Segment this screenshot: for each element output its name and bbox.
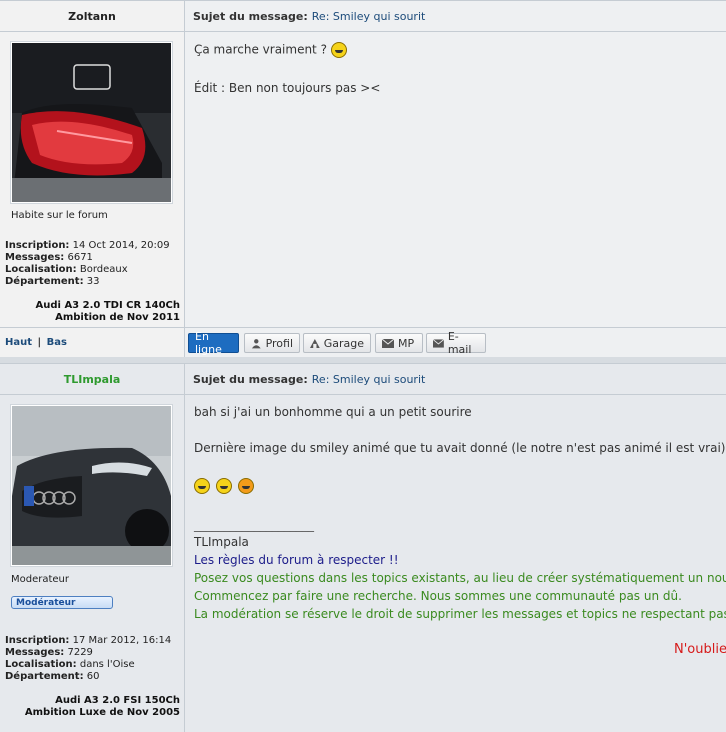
smiley-icon bbox=[237, 478, 254, 494]
post-author-panel: Zoltann Habite sur le forum Inscription:… bbox=[0, 0, 185, 357]
departement-label: Département: bbox=[5, 671, 84, 682]
top-link[interactable]: Haut bbox=[5, 337, 32, 348]
user-car: Audi A3 2.0 FSI 150Ch Ambition Luxe de N… bbox=[25, 695, 180, 719]
localisation-value: dans l'Oise bbox=[79, 659, 135, 670]
user-stats: Inscription: 14 Oct 2014, 20:09 Messages… bbox=[5, 240, 170, 288]
smiley-icon bbox=[215, 478, 232, 494]
localisation-value: Bordeaux bbox=[79, 264, 128, 275]
email-button[interactable]: E-mail bbox=[426, 330, 486, 356]
signature-rule: ____________________ bbox=[194, 518, 314, 532]
departement-value: 33 bbox=[86, 276, 100, 287]
subject-header: Sujet du message: Re: Smiley qui sourit bbox=[185, 0, 726, 32]
avatar bbox=[11, 42, 172, 203]
inscription-label: Inscription: bbox=[5, 240, 70, 251]
departement-value: 60 bbox=[86, 671, 100, 682]
message-text-1: Ça marche vraiment ? bbox=[194, 42, 327, 57]
footer-left: Haut | Bas bbox=[0, 328, 185, 357]
bottom-link[interactable]: Bas bbox=[47, 337, 67, 348]
signature-line: Commencez par faire une recherche. Nous … bbox=[194, 589, 682, 603]
garage-label: Garage bbox=[323, 336, 364, 350]
signature-red-text: N'oubliez bbox=[674, 642, 726, 657]
inscription-value: 17 Mar 2012, 16:14 bbox=[72, 635, 172, 646]
envelope-icon bbox=[382, 338, 394, 348]
signature-rules-title: Les règles du forum à respecter !! bbox=[194, 553, 399, 567]
online-label: En ligne bbox=[195, 330, 222, 356]
post-subject: Sujet du message: Re: Smiley qui sourit bbox=[193, 10, 425, 23]
user-rank: Habite sur le forum bbox=[11, 210, 108, 221]
moderator-badge: Modérateur bbox=[11, 596, 113, 609]
private-message-label: MP bbox=[398, 336, 415, 350]
post-footer: Haut | Bas En ligne Profil Garage MP E-m… bbox=[0, 327, 726, 358]
inscription-value: 14 Oct 2014, 20:09 bbox=[72, 240, 170, 251]
localisation-label: Localisation: bbox=[5, 264, 77, 275]
message-line: Dernière image du smiley animé que tu av… bbox=[194, 441, 726, 455]
profile-label: Profil bbox=[265, 336, 293, 350]
messages-label: Messages: bbox=[5, 252, 65, 263]
message-line: Ça marche vraiment ? bbox=[194, 42, 726, 58]
car-line-1: Audi A3 2.0 FSI 150Ch bbox=[55, 695, 180, 706]
avatar bbox=[11, 405, 172, 566]
car-line-2: Ambition Luxe de Nov 2005 bbox=[24, 707, 180, 718]
online-status-button[interactable]: En ligne bbox=[188, 330, 239, 356]
author-name[interactable]: TLImpala bbox=[0, 373, 184, 386]
smiley-row bbox=[194, 478, 726, 494]
post-zoltann: Zoltann Habite sur le forum Inscription:… bbox=[0, 0, 726, 358]
envelope-icon bbox=[433, 338, 444, 348]
subject-label: Sujet du message: bbox=[193, 373, 308, 386]
message-line: bah si j'ai un bonhomme qui a un petit s… bbox=[194, 405, 472, 419]
messages-value: 7229 bbox=[67, 647, 93, 658]
page-nav: Haut | Bas bbox=[5, 337, 67, 348]
subject-link[interactable]: Re: Smiley qui sourit bbox=[312, 373, 426, 386]
subject-link[interactable]: Re: Smiley qui sourit bbox=[312, 10, 426, 23]
user-stats: Inscription: 17 Mar 2012, 16:14 Messages… bbox=[5, 635, 171, 683]
message-line: Édit : Ben non toujours pas >< bbox=[194, 81, 381, 95]
smiley-icon bbox=[330, 42, 347, 58]
car-line-1: Audi A3 2.0 TDI CR 140Ch bbox=[35, 300, 180, 311]
email-label: E-mail bbox=[447, 330, 472, 356]
post-subject: Sujet du message: Re: Smiley qui sourit bbox=[193, 373, 425, 386]
garage-icon bbox=[310, 338, 320, 348]
messages-value: 6671 bbox=[67, 252, 93, 263]
post-author-panel: TLImpala Moderateur Modérateur Inscripti… bbox=[0, 363, 185, 732]
author-header: Zoltann bbox=[0, 0, 184, 32]
car-line-2: Ambition de Nov 2011 bbox=[55, 312, 180, 323]
garage-button[interactable]: Garage bbox=[303, 333, 371, 353]
signature-name: TLImpala bbox=[194, 535, 249, 549]
user-icon bbox=[251, 338, 261, 348]
author-header: TLImpala bbox=[0, 363, 184, 395]
profile-button[interactable]: Profil bbox=[244, 333, 300, 353]
subject-header: Sujet du message: Re: Smiley qui sourit bbox=[185, 363, 726, 395]
nav-separator: | bbox=[37, 337, 42, 348]
departement-label: Département: bbox=[5, 276, 84, 287]
smiley-icon bbox=[194, 478, 210, 494]
post-body-panel: Sujet du message: Re: Smiley qui sourit Ç… bbox=[185, 0, 726, 357]
messages-label: Messages: bbox=[5, 647, 65, 658]
signature-line: Posez vos questions dans les topics exis… bbox=[194, 571, 726, 585]
user-car: Audi A3 2.0 TDI CR 140Ch Ambition de Nov… bbox=[36, 300, 180, 324]
localisation-label: Localisation: bbox=[5, 659, 77, 670]
footer-right: En ligne Profil Garage MP E-mail bbox=[185, 328, 726, 357]
user-rank: Moderateur bbox=[11, 574, 70, 585]
private-message-button[interactable]: MP bbox=[375, 333, 423, 353]
post-tlimpala: TLImpala Moderateur Modérateur Inscripti… bbox=[0, 363, 726, 732]
author-name[interactable]: Zoltann bbox=[0, 10, 184, 23]
inscription-label: Inscription: bbox=[5, 635, 70, 646]
signature-line: La modération se réserve le droit de sup… bbox=[194, 607, 726, 621]
post-body-panel: Sujet du message: Re: Smiley qui sourit b… bbox=[185, 363, 726, 732]
subject-label: Sujet du message: bbox=[193, 10, 308, 23]
